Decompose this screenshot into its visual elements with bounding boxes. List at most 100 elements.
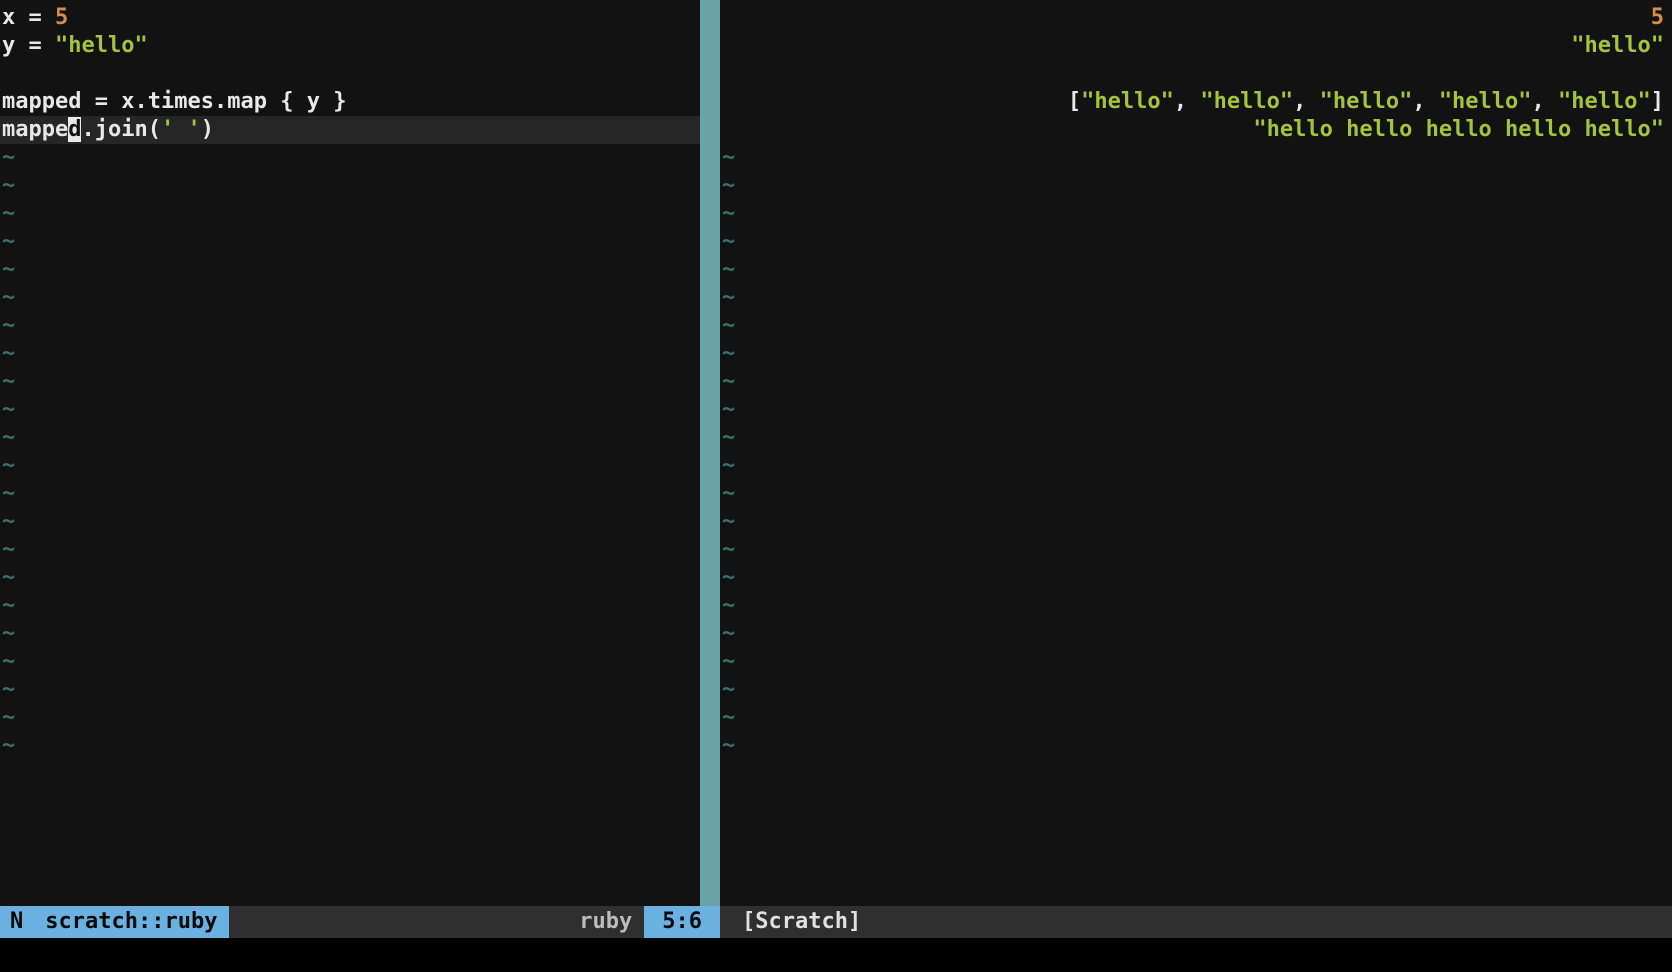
- empty-line-tilde: ~: [0, 676, 700, 704]
- code-token: x: [121, 89, 134, 114]
- empty-line-tilde: ~: [0, 452, 700, 480]
- empty-line-tilde: ~: [720, 368, 1672, 396]
- empty-line-tilde: ~: [0, 256, 700, 284]
- empty-line-tilde: ~: [720, 144, 1672, 172]
- code-token: "hello": [1081, 89, 1174, 114]
- empty-line-tilde: ~: [720, 564, 1672, 592]
- empty-line-tilde: ~: [720, 452, 1672, 480]
- empty-line-tilde: ~: [720, 592, 1672, 620]
- code-token: .: [214, 89, 227, 114]
- code-line-current[interactable]: mapped.join(' '): [0, 116, 700, 144]
- code-line[interactable]: "hello": [720, 32, 1672, 60]
- right-pane[interactable]: 5"hello"["hello", "hello", "hello", "hel…: [720, 0, 1672, 906]
- code-token: {: [267, 89, 307, 114]
- empty-line-tilde: ~: [720, 704, 1672, 732]
- code-token: =: [15, 5, 55, 30]
- tilde-icon: ~: [722, 369, 735, 394]
- empty-line-tilde: ~: [0, 396, 700, 424]
- command-line[interactable]: [0, 938, 1672, 972]
- code-token: ]: [1651, 89, 1664, 114]
- empty-line-tilde: ~: [720, 732, 1672, 760]
- status-spacer: [229, 906, 567, 938]
- tilde-icon: ~: [2, 733, 15, 758]
- right-buffer[interactable]: 5"hello"["hello", "hello", "hello", "hel…: [720, 0, 1672, 906]
- code-token: "hello": [55, 33, 148, 58]
- code-token: x: [2, 5, 15, 30]
- code-line[interactable]: ["hello", "hello", "hello", "hello", "he…: [720, 88, 1672, 116]
- empty-line-tilde: ~: [720, 424, 1672, 452]
- code-token: ,: [1293, 89, 1320, 114]
- tilde-icon: ~: [2, 509, 15, 534]
- tilde-icon: ~: [2, 285, 15, 310]
- file-name: scratch::ruby: [33, 906, 229, 938]
- code-token: 5: [1651, 5, 1664, 30]
- left-buffer[interactable]: x = 5y = "hello"mapped = x.times.map { y…: [0, 0, 700, 906]
- tilde-icon: ~: [722, 733, 735, 758]
- empty-line-tilde: ~: [0, 564, 700, 592]
- vertical-split-divider[interactable]: [700, 0, 720, 906]
- tilde-icon: ~: [2, 593, 15, 618]
- tilde-icon: ~: [722, 649, 735, 674]
- tilde-icon: ~: [2, 565, 15, 590]
- code-line[interactable]: mapped = x.times.map { y }: [0, 88, 700, 116]
- status-left: N scratch::ruby ruby 5:6: [0, 906, 720, 938]
- code-line[interactable]: y = "hello": [0, 32, 700, 60]
- tilde-icon: ~: [2, 537, 15, 562]
- tilde-icon: ~: [2, 257, 15, 282]
- code-token: [: [1068, 89, 1081, 114]
- tilde-icon: ~: [722, 257, 735, 282]
- empty-line-tilde: ~: [0, 172, 700, 200]
- empty-line-tilde: ~: [720, 172, 1672, 200]
- editor-viewport: x = 5y = "hello"mapped = x.times.map { y…: [0, 0, 1672, 972]
- mode-indicator: N: [0, 906, 33, 938]
- empty-line-tilde: ~: [0, 144, 700, 172]
- tilde-icon: ~: [722, 453, 735, 478]
- empty-line-tilde: ~: [0, 200, 700, 228]
- tilde-icon: ~: [722, 145, 735, 170]
- code-line[interactable]: [720, 60, 1672, 88]
- left-pane[interactable]: x = 5y = "hello"mapped = x.times.map { y…: [0, 0, 700, 906]
- code-line[interactable]: "hello hello hello hello hello": [720, 116, 1672, 144]
- code-line[interactable]: [0, 60, 700, 88]
- empty-line-tilde: ~: [0, 368, 700, 396]
- code-token: =: [81, 89, 121, 114]
- code-token: "hello hello hello hello hello": [1253, 117, 1664, 142]
- empty-line-tilde: ~: [0, 312, 700, 340]
- empty-line-tilde: ~: [720, 340, 1672, 368]
- code-token: map: [227, 89, 267, 114]
- code-token: ,: [1532, 89, 1559, 114]
- tilde-icon: ~: [722, 705, 735, 730]
- tilde-icon: ~: [722, 537, 735, 562]
- empty-line-tilde: ~: [720, 648, 1672, 676]
- tilde-icon: ~: [722, 201, 735, 226]
- tilde-icon: ~: [722, 229, 735, 254]
- empty-line-tilde: ~: [720, 676, 1672, 704]
- status-right: [Scratch]: [730, 906, 1672, 938]
- code-token: mapped: [2, 89, 81, 114]
- empty-line-tilde: ~: [720, 200, 1672, 228]
- cursor-position: 5:6: [644, 906, 720, 938]
- code-line[interactable]: 5: [720, 4, 1672, 32]
- code-token: ,: [1174, 89, 1201, 114]
- empty-line-tilde: ~: [720, 256, 1672, 284]
- empty-line-tilde: ~: [720, 480, 1672, 508]
- code-token: join: [95, 117, 148, 142]
- code-token: y: [307, 89, 320, 114]
- empty-line-tilde: ~: [0, 536, 700, 564]
- empty-line-tilde: ~: [0, 592, 700, 620]
- empty-line-tilde: ~: [720, 620, 1672, 648]
- tilde-icon: ~: [2, 677, 15, 702]
- code-token: "hello": [1320, 89, 1413, 114]
- split-panes: x = 5y = "hello"mapped = x.times.map { y…: [0, 0, 1672, 906]
- empty-line-tilde: ~: [720, 228, 1672, 256]
- code-line[interactable]: x = 5: [0, 4, 700, 32]
- empty-line-tilde: ~: [0, 508, 700, 536]
- tilde-icon: ~: [2, 397, 15, 422]
- tilde-icon: ~: [2, 705, 15, 730]
- code-token: (: [148, 117, 161, 142]
- code-token: mappe: [2, 117, 68, 142]
- tilde-icon: ~: [2, 145, 15, 170]
- code-token: ' ': [161, 117, 201, 142]
- empty-line-tilde: ~: [720, 284, 1672, 312]
- tilde-icon: ~: [2, 481, 15, 506]
